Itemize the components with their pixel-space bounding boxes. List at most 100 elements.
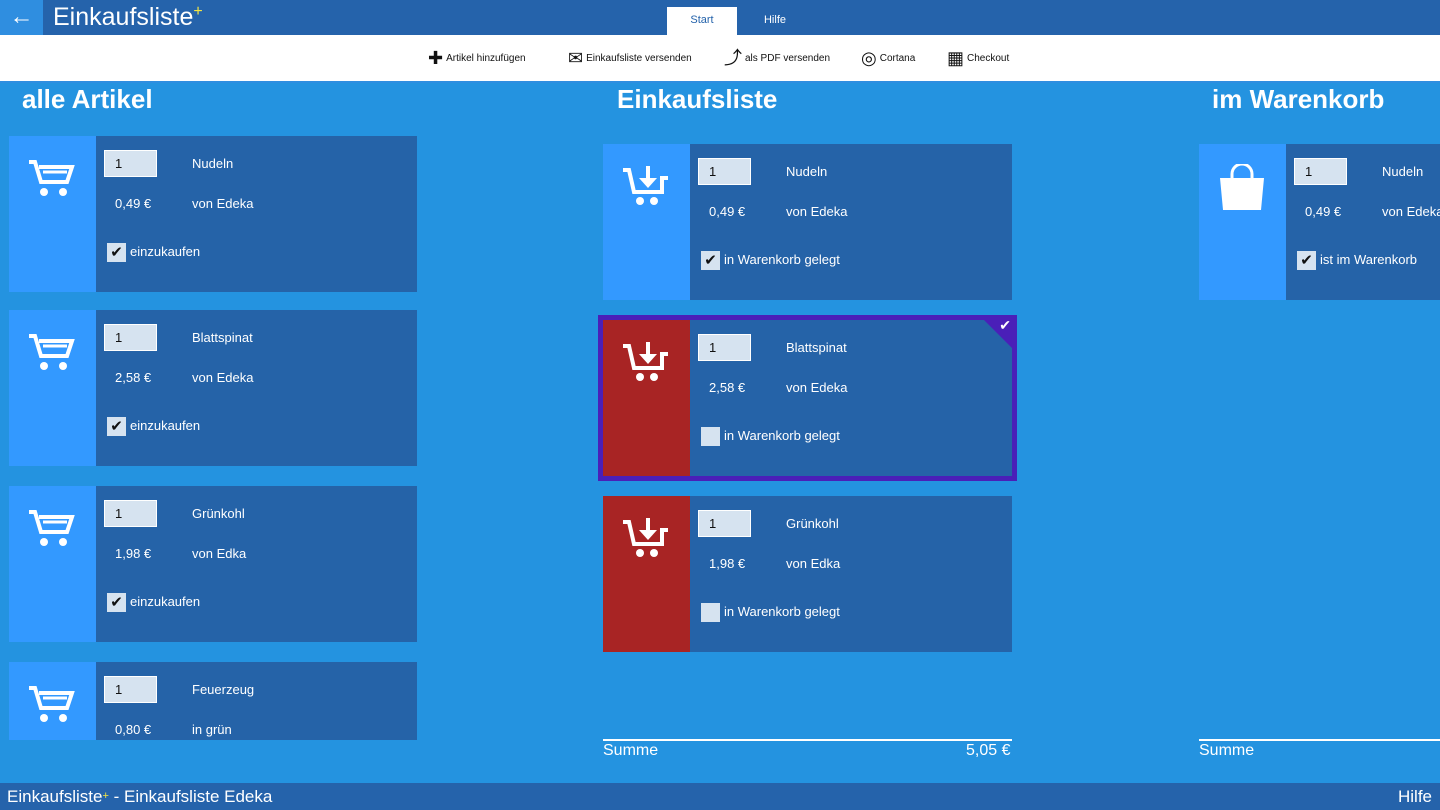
- toolbar-label: Checkout: [967, 52, 1010, 64]
- item-price: 1,98 €: [115, 546, 152, 561]
- plus-icon: ✚: [428, 48, 444, 68]
- item-price: 0,80 €: [115, 722, 152, 737]
- item-card[interactable]: 1 Grünkohl 1,98 € von Edka ✔ einzukaufen: [9, 486, 417, 642]
- quantity-input[interactable]: 1: [104, 500, 157, 527]
- item-name: Grünkohl: [786, 516, 839, 531]
- item-name: Blattspinat: [192, 330, 253, 345]
- column-title-list: Einkaufsliste: [617, 84, 778, 114]
- pdf-icon: ⤴: [724, 48, 742, 68]
- list-sum-label: Summe: [603, 742, 659, 759]
- footer-app: Einkaufsliste: [7, 787, 103, 806]
- quantity-input[interactable]: 1: [104, 150, 157, 177]
- checkbox-label: in Warenkorb gelegt: [724, 604, 840, 619]
- item-price: 0,49 €: [1305, 204, 1342, 219]
- item-price: 2,58 €: [115, 370, 152, 385]
- quantity-input[interactable]: 1: [104, 324, 157, 351]
- item-name: Nudeln: [1382, 164, 1424, 179]
- quantity-input[interactable]: 1: [1294, 158, 1347, 185]
- app-title: Einkaufsliste+: [53, 3, 203, 32]
- item-checkbox[interactable]: ✔: [701, 251, 720, 270]
- checkbox-label: einzukaufen: [130, 244, 201, 259]
- item-shop: von Edeka: [192, 370, 254, 385]
- item-checkbox[interactable]: [701, 603, 720, 622]
- toolbar-label: Cortana: [879, 52, 916, 64]
- tab-start[interactable]: Start: [667, 7, 737, 35]
- back-button[interactable]: ←: [0, 0, 43, 35]
- checkbox-label: in Warenkorb gelegt: [724, 252, 840, 267]
- help-link[interactable]: Hilfe: [1398, 783, 1432, 810]
- item-checkbox[interactable]: ✔: [107, 243, 126, 262]
- item-icon-box: [603, 320, 690, 476]
- item-checkbox[interactable]: ✔: [107, 593, 126, 612]
- item-shop: von Edka: [192, 546, 247, 561]
- column-title-cart: im Warenkorb: [1212, 84, 1385, 114]
- footer-title: Einkaufsliste+ - Einkaufsliste Edeka: [7, 783, 272, 810]
- item-name: Grünkohl: [192, 506, 245, 521]
- status-bar: Einkaufsliste+ - Einkaufsliste Edeka Hil…: [0, 783, 1440, 810]
- list-sum-value: 5,05 €: [966, 742, 1011, 759]
- item-name: Nudeln: [192, 156, 234, 171]
- quantity-input[interactable]: 1: [698, 334, 751, 361]
- toolbar-button-0[interactable]: ✚ Artikel hinzufügen: [428, 49, 526, 67]
- toolbar-button-1[interactable]: ✉ Einkaufsliste versenden: [568, 49, 692, 67]
- item-name: Nudeln: [786, 164, 828, 179]
- app-title-text: Einkaufsliste: [53, 3, 194, 31]
- item-shop: von Edeka: [1382, 204, 1440, 219]
- mail-icon: ✉: [568, 48, 584, 68]
- item-card[interactable]: 1 Nudeln 0,49 € von Edeka ✔ in Warenkorb …: [603, 144, 1012, 300]
- item-price: 0,49 €: [709, 204, 746, 219]
- cart-sum-divider: [1199, 739, 1440, 741]
- item-price: 1,98 €: [709, 556, 746, 571]
- check-icon: ✔: [999, 317, 1011, 333]
- quantity-input[interactable]: 1: [698, 510, 751, 537]
- item-icon-box: [1199, 144, 1286, 300]
- checkbox-label: einzukaufen: [130, 594, 201, 609]
- toolbar-button-2[interactable]: ⤴ als PDF versenden: [724, 49, 830, 67]
- item-icon-box: [9, 486, 96, 642]
- item-icon-box: [9, 310, 96, 466]
- item-card[interactable]: 1 Nudeln 0,49 € von Edeka ✔ einzukaufen: [9, 136, 417, 292]
- item-checkbox[interactable]: ✔: [1297, 251, 1316, 270]
- toolbar: ✚ Artikel hinzufügen ✉ Einkaufsliste versen…: [0, 35, 1440, 83]
- cortana-icon: ◎: [861, 48, 877, 68]
- item-card[interactable]: 1 Nudeln 0,49 € von Edeka ✔ ist im Warenk…: [1199, 144, 1440, 300]
- toolbar-button-3[interactable]: ◎ Cortana: [861, 49, 915, 67]
- toolbar-button-4[interactable]: ▦ Checkout: [947, 49, 1009, 67]
- item-icon-box: [603, 496, 690, 652]
- back-arrow-icon: ←: [9, 3, 34, 30]
- toolbar-label: Artikel hinzufügen: [446, 52, 526, 64]
- item-shop: von Edeka: [786, 204, 848, 219]
- item-icon-box: [603, 144, 690, 300]
- star-icon: +: [193, 3, 203, 20]
- item-shop: von Edeka: [192, 196, 254, 211]
- cart-sum-label: Summe: [1199, 742, 1255, 759]
- title-bar: ← Einkaufsliste+ Start Hilfe: [0, 0, 1440, 35]
- quantity-input[interactable]: 1: [104, 676, 157, 703]
- footer-subtitle: - Einkaufsliste Edeka: [108, 787, 273, 806]
- checkbox-label: in Warenkorb gelegt: [724, 428, 840, 443]
- item-shop: von Edka: [786, 556, 841, 571]
- item-card[interactable]: 1 Grünkohl 1,98 € von Edka in Warenkorb …: [603, 496, 1012, 652]
- item-price: 0,49 €: [115, 196, 152, 211]
- item-card[interactable]: 1 Blattspinat 2,58 € von Edeka in Warenk…: [598, 315, 1017, 481]
- toolbar-label: Einkaufsliste versenden: [586, 52, 692, 64]
- item-icon-box: [9, 136, 96, 292]
- item-name: Feuerzeug: [192, 682, 255, 697]
- item-shop: von Edeka: [786, 380, 848, 395]
- item-checkbox[interactable]: ✔: [107, 417, 126, 436]
- sum-divider: [603, 739, 1012, 741]
- tab-hilfe[interactable]: Hilfe: [740, 7, 810, 35]
- toolbar-label: als PDF versenden: [745, 52, 831, 64]
- item-icon-box: [9, 662, 96, 740]
- checkbox-label: ist im Warenkorb: [1320, 252, 1418, 267]
- item-shop: in grün: [192, 722, 232, 737]
- cash-register-icon: ▦: [947, 48, 965, 68]
- quantity-input[interactable]: 1: [698, 158, 751, 185]
- item-checkbox[interactable]: [701, 427, 720, 446]
- column-title-all: alle Artikel: [22, 84, 153, 114]
- item-name: Blattspinat: [786, 340, 847, 355]
- item-price: 2,58 €: [709, 380, 746, 395]
- item-card[interactable]: 1 Blattspinat 2,58 € von Edeka ✔ einzukau…: [9, 310, 417, 466]
- checkbox-label: einzukaufen: [130, 418, 201, 433]
- item-card[interactable]: 1 Feuerzeug 0,80 € in grün: [9, 662, 417, 740]
